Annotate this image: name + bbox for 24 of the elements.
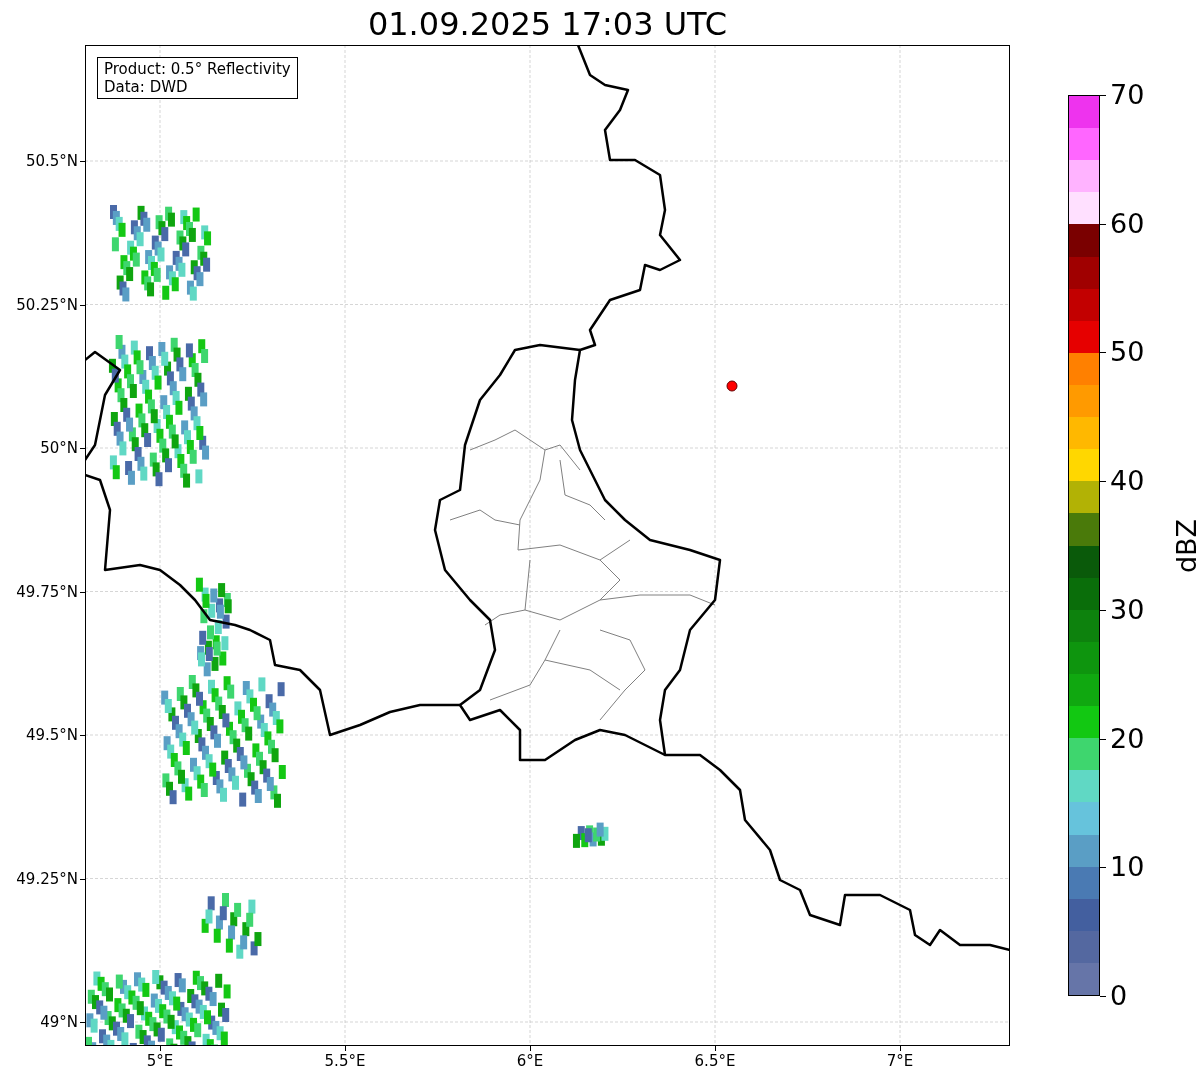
longitude-label: 6.5°E	[694, 1052, 736, 1070]
colorbar-tick-label: 60	[1110, 208, 1145, 239]
legend-text: Product: 0.5° Reflectivity	[104, 60, 291, 78]
colorbar-tick-label: 10	[1110, 852, 1145, 883]
longitude-label: 5°E	[146, 1052, 174, 1070]
longitude-label: 6°E	[516, 1052, 544, 1070]
latitude-label: 49°N	[40, 1013, 78, 1031]
colorbar-axis-label: dBZ	[1171, 518, 1202, 574]
colorbar-tick-label: 40	[1110, 466, 1145, 497]
latitude-label: 49.75°N	[16, 582, 78, 601]
latitude-label: 50.5°N	[25, 152, 78, 170]
longitude-label: 5.5°E	[324, 1052, 366, 1070]
chart-title: 01.09.2025 17:03 UTC	[366, 4, 729, 44]
colorbar-tick-label: 50	[1110, 337, 1145, 368]
longitude-label: 7°E	[886, 1052, 914, 1070]
colorbar-tick-label: 70	[1110, 80, 1145, 110]
colorbar-tick-label: 0	[1110, 981, 1128, 1011]
latitude-label: 49.25°N	[16, 869, 78, 888]
latitude-label: 50.25°N	[16, 295, 78, 314]
colorbar-tick-label: 30	[1110, 594, 1145, 625]
colorbar-tick-label: 20	[1110, 723, 1145, 754]
legend-text: Data: DWD	[104, 78, 189, 96]
latitude-label: 50°N	[40, 439, 78, 457]
latitude-label: 49.5°N	[25, 726, 78, 744]
